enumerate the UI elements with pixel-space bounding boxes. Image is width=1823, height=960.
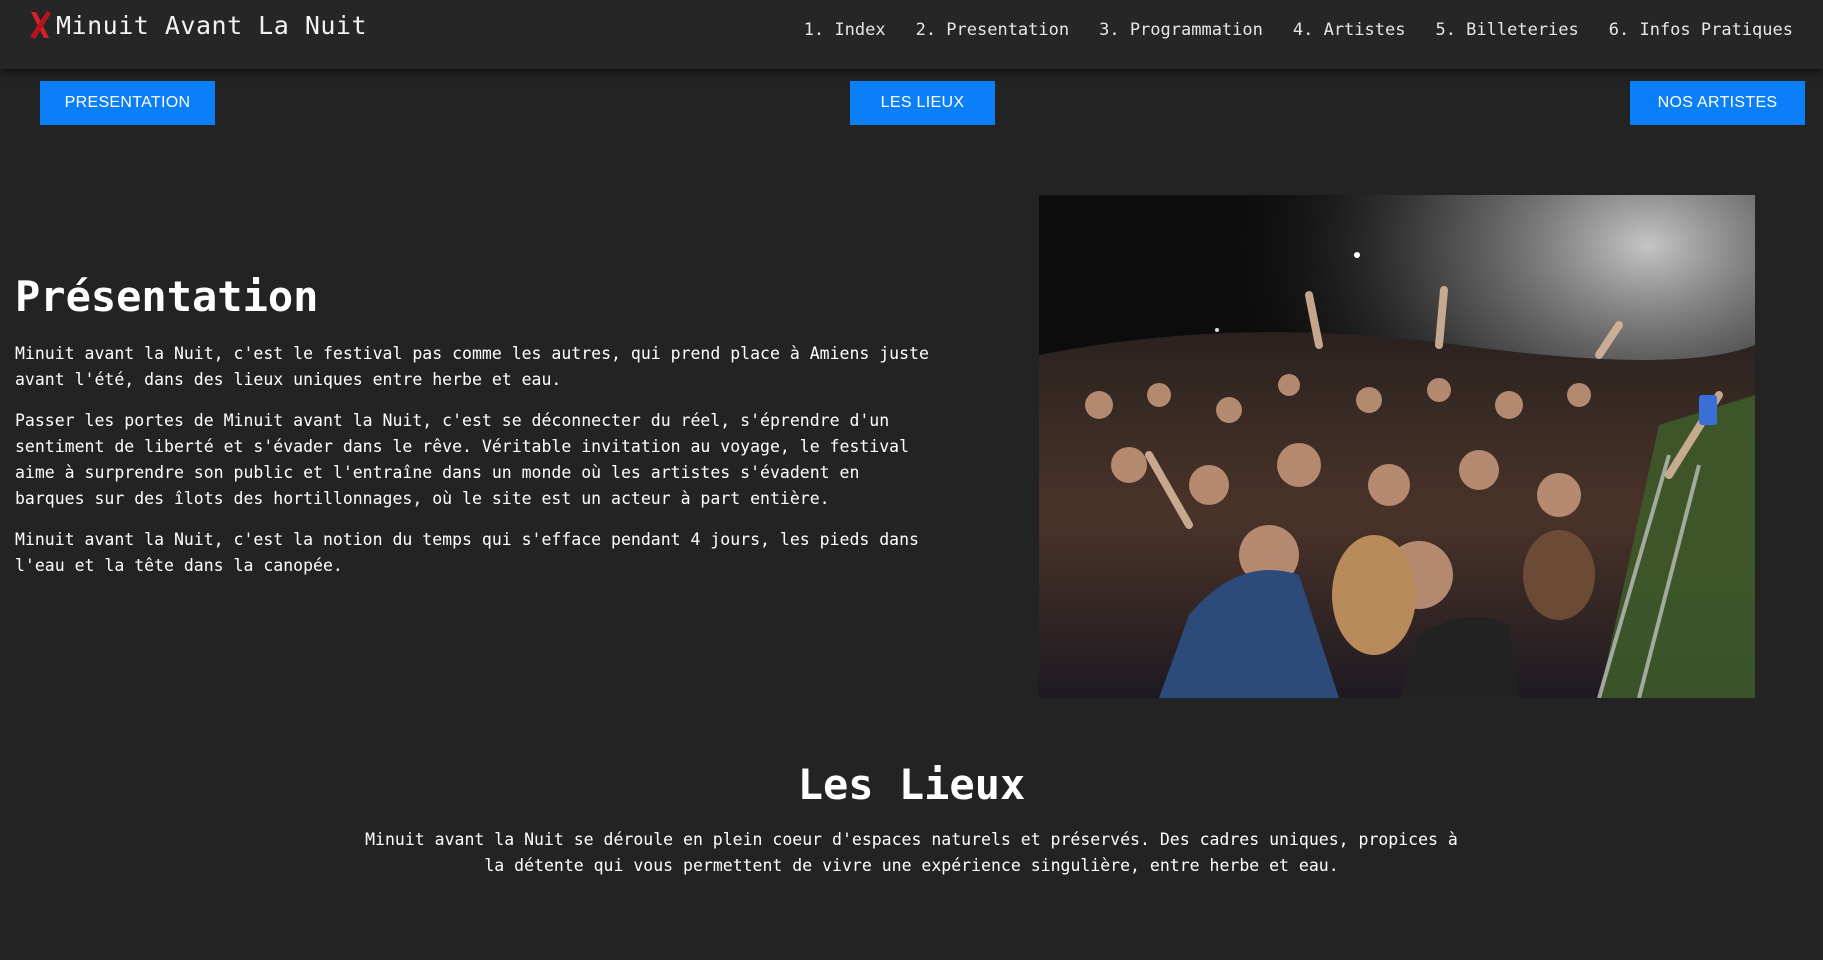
nos-artistes-button[interactable]: NOS ARTISTES <box>1630 81 1805 125</box>
presentation-paragraph-1: Minuit avant la Nuit, c'est le festival … <box>15 344 929 389</box>
presentation-paragraph-2: Passer les portes de Minuit avant la Nui… <box>15 411 910 508</box>
les-lieux-title: Les Lieux <box>797 760 1026 809</box>
les-lieux-section: Les Lieux Minuit avant la Nuit se déroul… <box>0 760 1823 879</box>
festival-crowd-photo <box>1039 195 1755 698</box>
nav-item-programmation[interactable]: 3. Programmation <box>1099 20 1263 40</box>
nav-item-infos-pratiques[interactable]: 6. Infos Pratiques <box>1609 20 1793 40</box>
nav-item-presentation[interactable]: 2. Presentation <box>916 20 1070 40</box>
nav-item-artistes[interactable]: 4. Artistes <box>1293 20 1406 40</box>
nav-item-billeteries[interactable]: 5. Billeteries <box>1435 20 1578 40</box>
les-lieux-paragraph: Minuit avant la Nuit se déroule en plein… <box>365 830 1458 875</box>
presentation-title: Présentation <box>15 272 319 321</box>
brand-title: Minuit Avant La Nuit <box>56 10 368 40</box>
presentation-button[interactable]: PRESENTATION <box>40 81 215 125</box>
main-nav: 1. Index 2. Presentation 3. Programmatio… <box>804 20 1793 40</box>
presentation-paragraph-3: Minuit avant la Nuit, c'est la notion du… <box>15 530 919 575</box>
top-navbar: Minuit Avant La Nuit 1. Index 2. Present… <box>0 0 1823 69</box>
red-x-icon <box>30 11 51 39</box>
presentation-section: Présentation Minuit avant la Nuit, c'est… <box>15 272 930 594</box>
les-lieux-button[interactable]: LES LIEUX <box>850 81 995 125</box>
brand[interactable]: Minuit Avant La Nuit <box>28 10 367 40</box>
nav-item-index[interactable]: 1. Index <box>804 20 886 40</box>
